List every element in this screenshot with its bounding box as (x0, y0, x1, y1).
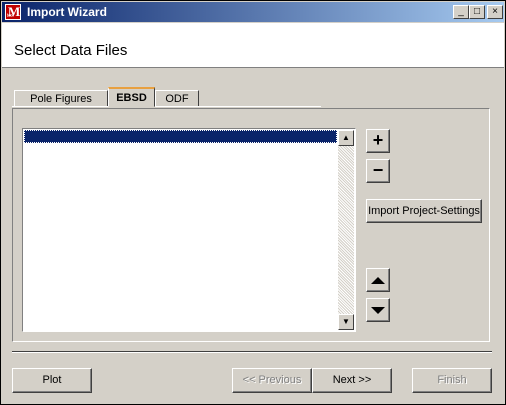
maximize-icon: □ (473, 6, 481, 17)
file-list[interactable]: ▲ ▼ (22, 128, 356, 332)
page-title: Select Data Files (14, 42, 128, 59)
remove-file-button[interactable]: − (366, 159, 390, 183)
close-icon: × (492, 6, 498, 17)
footer-separator (12, 351, 492, 353)
import-project-settings-label: Import Project-Settings (368, 205, 480, 217)
plot-label: Plot (42, 374, 62, 386)
arrow-up-icon (371, 277, 385, 284)
previous-label: << Previous (242, 374, 302, 386)
tab-strip-line (12, 106, 321, 107)
tab-ebsd[interactable]: EBSD (108, 87, 155, 107)
tab-odf[interactable]: ODF (155, 90, 199, 107)
close-button[interactable]: × (487, 5, 503, 19)
scroll-down-button[interactable]: ▼ (338, 314, 354, 330)
import-project-settings-button[interactable]: Import Project-Settings (366, 199, 482, 223)
move-down-button[interactable] (366, 298, 390, 322)
minus-icon: − (372, 160, 384, 180)
window-title: Import Wizard (27, 5, 107, 19)
app-logo-subtext: tex (7, 13, 14, 19)
minimize-button[interactable]: _ (453, 5, 469, 19)
scroll-up-button[interactable]: ▲ (338, 130, 354, 146)
scroll-up-icon: ▲ (342, 133, 350, 142)
next-button[interactable]: Next >> (312, 368, 392, 393)
title-bar[interactable]: M tex Import Wizard _ □ × (2, 2, 504, 22)
arrow-down-icon (371, 307, 385, 314)
maximize-button[interactable]: □ (469, 5, 485, 19)
next-label: Next >> (332, 374, 372, 386)
minimize-icon: _ (458, 6, 464, 17)
previous-button[interactable]: << Previous (232, 368, 312, 393)
scroll-down-icon: ▼ (342, 317, 350, 326)
finish-label: Finish (437, 374, 467, 386)
wizard-header: Select Data Files (2, 23, 504, 68)
plot-button[interactable]: Plot (12, 368, 92, 393)
add-file-button[interactable]: + (366, 129, 390, 153)
list-item-selected[interactable] (24, 130, 337, 143)
plus-icon: + (372, 130, 384, 150)
tab-odf-label: ODF (165, 93, 189, 105)
list-scrollbar[interactable]: ▲ ▼ (338, 130, 354, 330)
app-logo-icon: M tex (5, 4, 21, 20)
finish-button[interactable]: Finish (412, 368, 492, 393)
tab-pole-figures[interactable]: Pole Figures (14, 90, 108, 107)
move-up-button[interactable] (366, 268, 390, 292)
tab-ebsd-label: EBSD (116, 92, 147, 104)
tab-pole-figures-label: Pole Figures (30, 93, 92, 105)
